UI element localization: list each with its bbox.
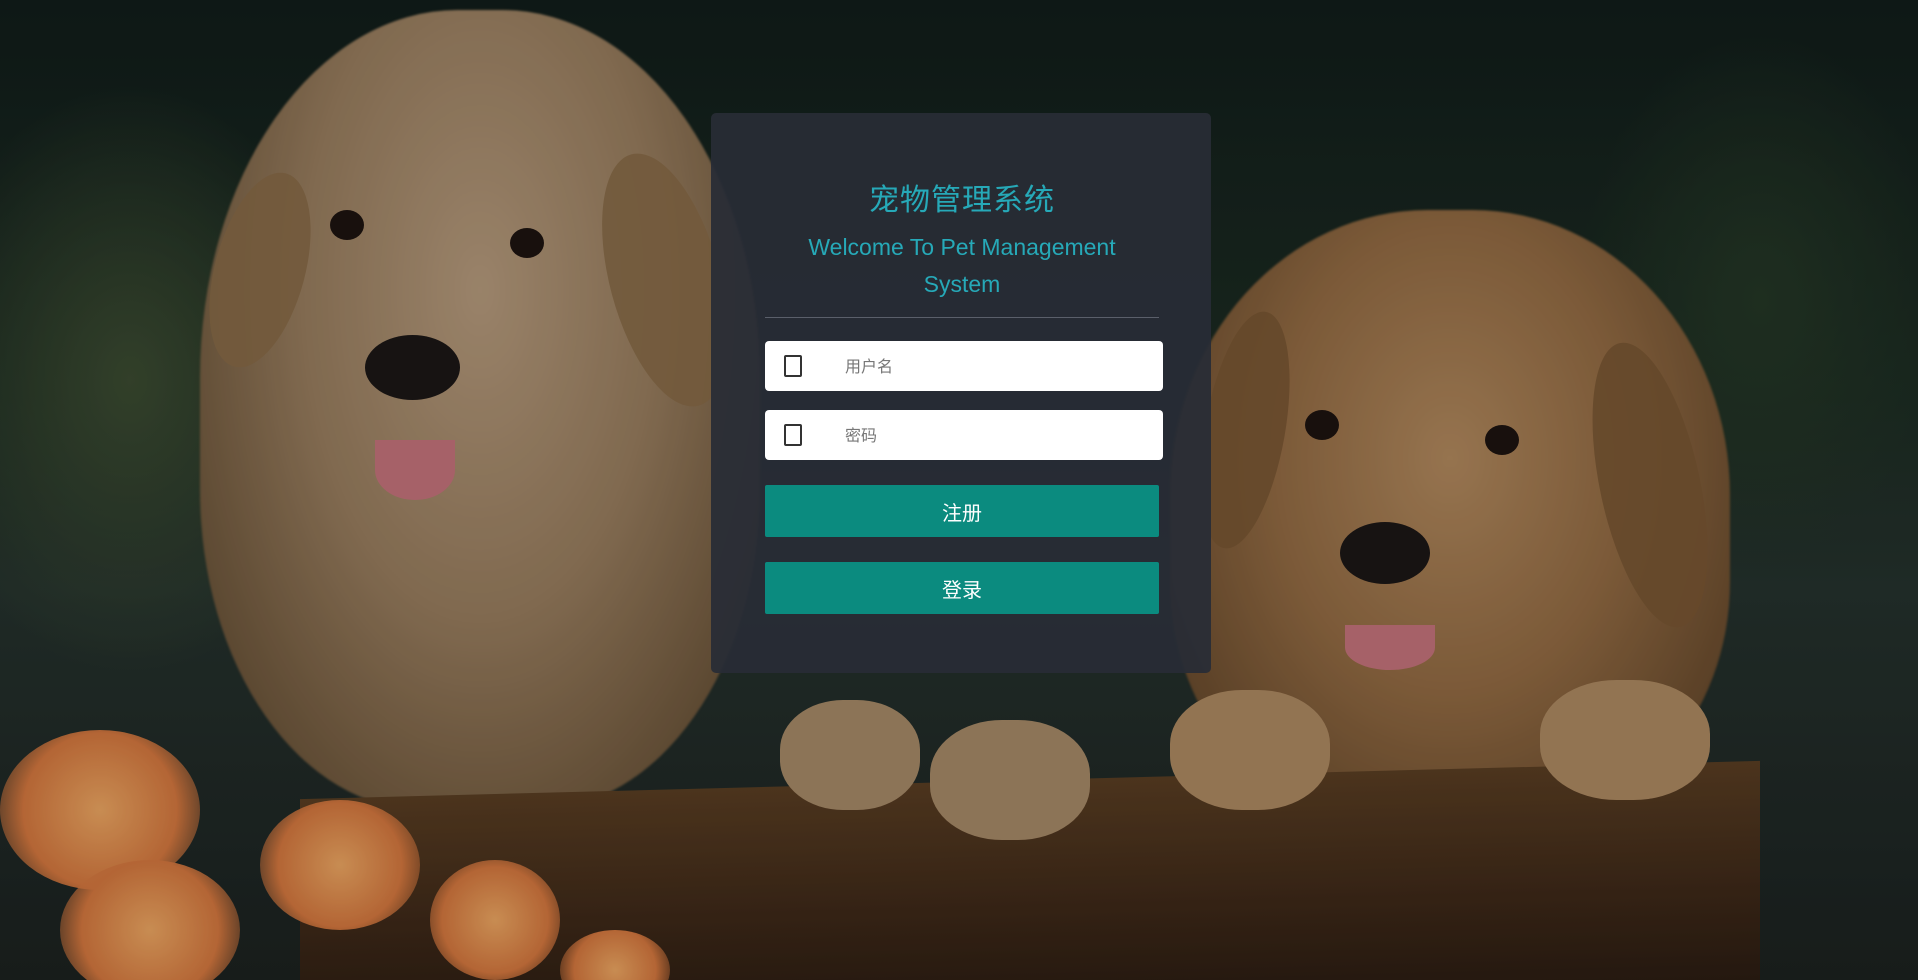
register-button[interactable]: 注册 xyxy=(765,485,1159,537)
login-panel: 宠物管理系统 Welcome To Pet Management System … xyxy=(711,113,1211,673)
username-input[interactable] xyxy=(843,345,1147,387)
lock-icon xyxy=(784,424,802,446)
welcome-subtitle: Welcome To Pet Management System xyxy=(808,234,1116,297)
divider xyxy=(765,317,1159,318)
user-icon xyxy=(784,355,802,377)
login-button[interactable]: 登录 xyxy=(765,562,1159,614)
username-field[interactable] xyxy=(765,341,1163,391)
password-field[interactable] xyxy=(765,410,1163,460)
password-input[interactable] xyxy=(843,414,1147,456)
page-title: 宠物管理系统 xyxy=(869,184,1055,217)
